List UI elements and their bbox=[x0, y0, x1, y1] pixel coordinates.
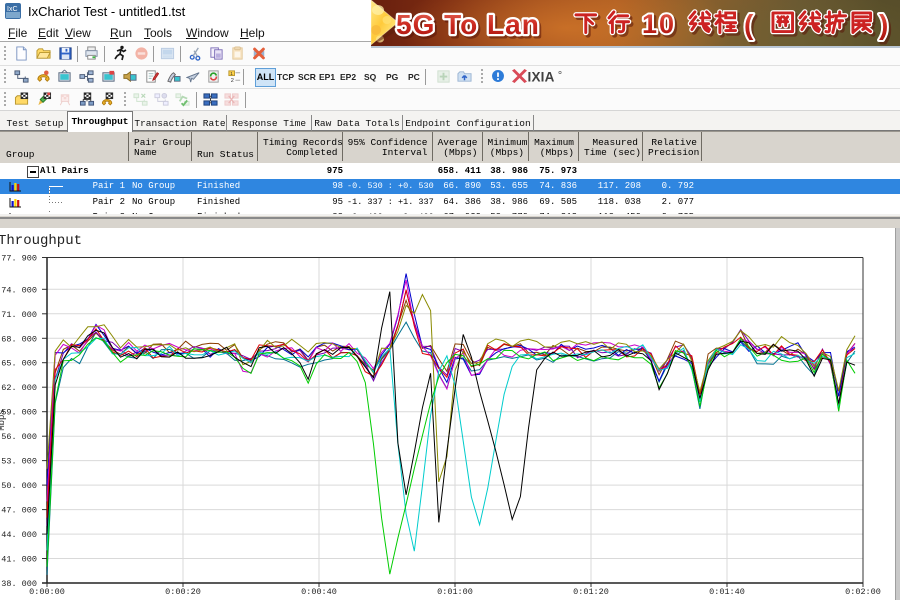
svg-text:65. 000: 65. 000 bbox=[1, 359, 37, 369]
svg-text:77. 900: 77. 900 bbox=[1, 254, 37, 264]
svg-text:(: ( bbox=[744, 9, 754, 40]
svg-text:56. 000: 56. 000 bbox=[1, 432, 37, 442]
svg-text:0:00:40: 0:00:40 bbox=[301, 587, 337, 597]
svg-text:50. 000: 50. 000 bbox=[1, 481, 37, 491]
svg-text:Mbps: Mbps bbox=[0, 409, 7, 431]
svg-text:): ) bbox=[879, 9, 888, 40]
svg-text:0:00:00: 0:00:00 bbox=[29, 587, 65, 597]
svg-text:74. 000: 74. 000 bbox=[1, 285, 37, 295]
svg-text:41. 000: 41. 000 bbox=[1, 555, 37, 565]
svg-text:47. 000: 47. 000 bbox=[1, 506, 37, 516]
svg-text:53. 000: 53. 000 bbox=[1, 457, 37, 467]
svg-text:62. 000: 62. 000 bbox=[1, 383, 37, 393]
svg-text:44. 000: 44. 000 bbox=[1, 530, 37, 540]
svg-text:0:01:20: 0:01:20 bbox=[573, 587, 609, 597]
svg-text:5G To Lan: 5G To Lan bbox=[396, 9, 540, 40]
svg-text:0:01:40: 0:01:40 bbox=[709, 587, 745, 597]
svg-text:10: 10 bbox=[642, 9, 676, 39]
svg-text:0:01:00: 0:01:00 bbox=[437, 587, 473, 597]
svg-text:0:02:00: 0:02:00 bbox=[845, 587, 881, 597]
svg-text:68. 000: 68. 000 bbox=[1, 334, 37, 344]
svg-text:0:00:20: 0:00:20 bbox=[165, 587, 201, 597]
svg-text:71. 000: 71. 000 bbox=[1, 310, 37, 320]
